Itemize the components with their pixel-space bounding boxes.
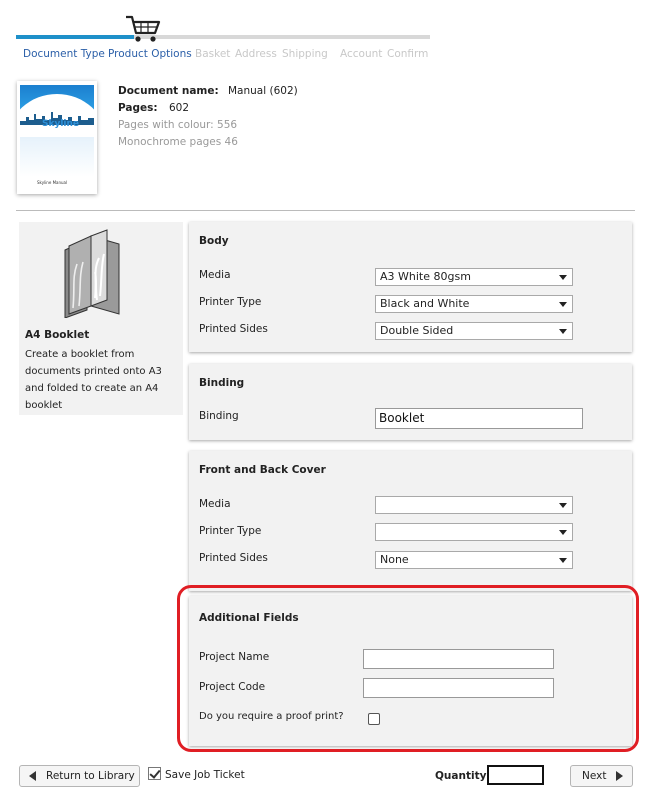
step-address: Address bbox=[235, 48, 277, 60]
mono-pages: Monochrome pages 46 bbox=[118, 136, 238, 148]
chevron-down-icon bbox=[559, 275, 567, 280]
binding-panel: Binding Binding Booklet bbox=[189, 364, 632, 440]
document-meta: Document name: Manual (602) Pages: 602 Pag… bbox=[118, 83, 298, 151]
progress-fill bbox=[16, 35, 134, 39]
product-card: A4 Booklet Create a booklet from documen… bbox=[19, 222, 183, 415]
binding-label: Binding bbox=[199, 410, 239, 422]
arrow-right-icon bbox=[616, 771, 623, 781]
save-ticket-checkbox[interactable] bbox=[148, 767, 161, 780]
save-ticket-label: Save Job Ticket bbox=[165, 769, 245, 781]
cover-media-select[interactable] bbox=[375, 496, 573, 514]
body-printed-sides-select[interactable]: Double Sided bbox=[375, 322, 573, 340]
arrow-left-icon bbox=[29, 771, 36, 781]
divider bbox=[16, 210, 635, 211]
cover-printed-sides-label: Printed Sides bbox=[199, 552, 268, 564]
document-thumbnail: Skyline Skyline Manual bbox=[17, 81, 97, 194]
step-basket: Basket bbox=[195, 48, 231, 60]
quantity-label: Quantity bbox=[435, 770, 487, 782]
cover-media-label: Media bbox=[199, 498, 231, 510]
chevron-down-icon bbox=[559, 329, 567, 334]
cover-printed-sides-select[interactable]: None bbox=[375, 551, 573, 569]
chevron-down-icon bbox=[559, 302, 567, 307]
progress-track bbox=[16, 35, 430, 39]
binding-field[interactable]: Booklet bbox=[375, 408, 583, 429]
body-media-label: Media bbox=[199, 269, 231, 281]
document-name-value: Manual (602) bbox=[228, 85, 298, 97]
next-button[interactable]: Next bbox=[570, 765, 633, 787]
booklet-icon bbox=[64, 229, 120, 318]
pages-label: Pages: bbox=[118, 102, 158, 114]
binding-panel-title: Binding bbox=[199, 377, 245, 389]
next-button-label: Next bbox=[582, 770, 607, 782]
body-printer-type-value: Black and White bbox=[380, 297, 470, 310]
product-description: Create a booklet from documents printed … bbox=[25, 349, 162, 411]
product-title: A4 Booklet bbox=[25, 329, 90, 341]
thumbnail-logo: Skyline bbox=[42, 119, 80, 129]
step-account: Account bbox=[340, 48, 383, 60]
thumbnail-caption: Skyline Manual bbox=[37, 180, 68, 185]
step-document-type[interactable]: Document Type bbox=[23, 48, 105, 60]
document-name-label: Document name: bbox=[118, 85, 219, 97]
chevron-down-icon bbox=[559, 503, 567, 508]
body-printed-sides-value: Double Sided bbox=[380, 324, 454, 337]
step-product-options[interactable]: Product Options bbox=[108, 48, 192, 60]
cover-panel: Front and Back Cover Media Printer Type … bbox=[189, 451, 632, 591]
return-button-label: Return to Library bbox=[46, 770, 135, 782]
body-printed-sides-label: Printed Sides bbox=[199, 323, 268, 335]
step-shipping: Shipping bbox=[282, 48, 328, 60]
quantity-input[interactable] bbox=[487, 765, 544, 785]
step-confirm: Confirm bbox=[387, 48, 429, 60]
body-panel: Body Media A3 White 80gsm Printer Type B… bbox=[189, 222, 632, 352]
chevron-down-icon bbox=[559, 558, 567, 563]
body-panel-title: Body bbox=[199, 235, 229, 247]
chevron-down-icon bbox=[559, 530, 567, 535]
cover-printer-type-label: Printer Type bbox=[199, 525, 262, 537]
highlight-border bbox=[177, 585, 639, 752]
colour-pages: Pages with colour: 556 bbox=[118, 119, 238, 131]
shopping-cart-icon bbox=[126, 15, 161, 42]
return-to-library-button[interactable]: Return to Library bbox=[19, 765, 140, 787]
body-media-value: A3 White 80gsm bbox=[380, 270, 471, 283]
body-printer-type-label: Printer Type bbox=[199, 296, 262, 308]
cover-printed-sides-value: None bbox=[380, 553, 409, 566]
cover-panel-title: Front and Back Cover bbox=[199, 464, 326, 476]
body-printer-type-select[interactable]: Black and White bbox=[375, 295, 573, 313]
body-media-select[interactable]: A3 White 80gsm bbox=[375, 268, 573, 286]
cover-printer-type-select[interactable] bbox=[375, 523, 573, 541]
pages-value: 602 bbox=[169, 102, 190, 114]
